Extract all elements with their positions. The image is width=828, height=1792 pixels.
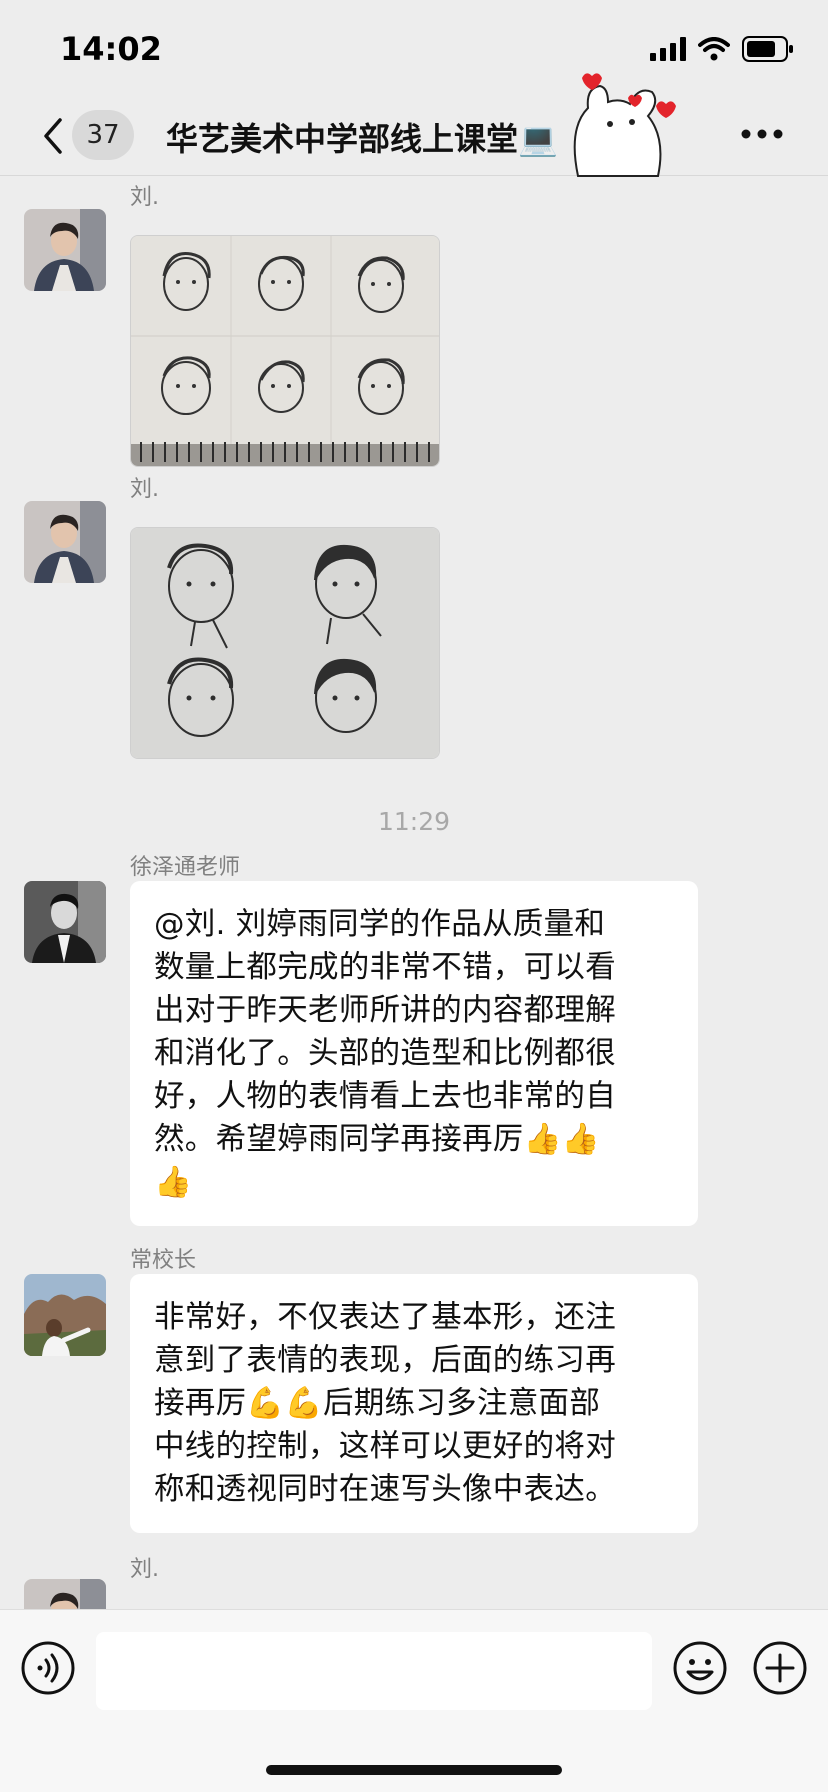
avatar[interactable] bbox=[24, 209, 106, 291]
avatar[interactable] bbox=[24, 1274, 106, 1356]
avatar-photo-icon bbox=[24, 501, 106, 583]
message-list[interactable]: 刘. 刘. 11:29 徐泽通老师 @刘. 刘婷雨同学的作品从质量和 数量上都完… bbox=[0, 177, 828, 1609]
sender-name: 常校长 bbox=[130, 1248, 197, 1273]
chat-title-text: 华艺美术中学部线上课堂 bbox=[166, 120, 519, 158]
status-time: 14:02 bbox=[60, 30, 162, 68]
avatar-photo-icon bbox=[24, 209, 106, 291]
text-message-bubble[interactable]: @刘. 刘婷雨同学的作品从质量和 数量上都完成的非常不错，可以看 出对于昨天老师… bbox=[130, 881, 698, 1226]
chat-title: 华艺美术中学部线上课堂💻 bbox=[166, 114, 558, 160]
sender-name: 刘. bbox=[130, 477, 159, 502]
avatar-photo-icon bbox=[24, 881, 106, 963]
message-line: 和消化了。头部的造型和比例都很 bbox=[154, 1036, 616, 1071]
avatar[interactable] bbox=[24, 501, 106, 583]
image-message[interactable] bbox=[130, 527, 440, 759]
input-bar bbox=[0, 1609, 828, 1792]
plus-icon[interactable] bbox=[752, 1640, 808, 1696]
avatar-photo-icon bbox=[24, 1274, 106, 1356]
sketch-photo-icon bbox=[131, 236, 439, 466]
more-options-icon[interactable] bbox=[740, 128, 784, 140]
message-line: 数量上都完成的非常不错，可以看 bbox=[154, 950, 616, 985]
message-line: 👍 bbox=[154, 1165, 193, 1200]
bear-heart-sticker-icon bbox=[573, 73, 676, 177]
avatar-photo-icon bbox=[24, 1579, 106, 1609]
sketch-photo-icon bbox=[131, 528, 439, 758]
wifi-icon bbox=[698, 37, 730, 61]
message-line: @刘. 刘婷雨同学的作品从质量和 bbox=[154, 907, 606, 942]
avatar[interactable] bbox=[24, 881, 106, 963]
message-line: 称和透视同时在速写头像中表达。 bbox=[154, 1472, 616, 1507]
unread-count-badge[interactable]: 37 bbox=[72, 110, 134, 160]
sender-name: 徐泽通老师 bbox=[130, 855, 241, 880]
message-line: 然。希望婷雨同学再接再厉👍👍 bbox=[154, 1122, 601, 1157]
message-line: 非常好，不仅表达了基本形，还注 bbox=[154, 1300, 616, 1335]
image-message[interactable] bbox=[130, 235, 440, 467]
chat-header: 37 华艺美术中学部线上课堂💻 bbox=[0, 73, 828, 177]
status-bar: 14:02 bbox=[0, 0, 828, 100]
sender-name: 刘. bbox=[130, 185, 159, 210]
message-input[interactable] bbox=[96, 1632, 652, 1710]
emoji-icon[interactable] bbox=[672, 1640, 728, 1696]
message-line: 好，人物的表情看上去也非常的自 bbox=[154, 1079, 616, 1114]
message-line: 中线的控制，这样可以更好的将对 bbox=[154, 1429, 616, 1464]
voice-input-icon[interactable] bbox=[20, 1640, 76, 1696]
back-chevron-icon[interactable] bbox=[38, 114, 68, 158]
battery-icon bbox=[742, 36, 793, 62]
message-line: 接再厉💪💪后期练习多注意面部 bbox=[154, 1386, 601, 1421]
time-divider: 11:29 bbox=[377, 807, 451, 836]
text-message-bubble[interactable]: 非常好，不仅表达了基本形，还注 意到了表情的表现，后面的练习再 接再厉💪💪后期练… bbox=[130, 1274, 698, 1533]
message-line: 出对于昨天老师所讲的内容都理解 bbox=[154, 993, 616, 1028]
home-indicator bbox=[266, 1765, 562, 1775]
message-line: 意到了表情的表现，后面的练习再 bbox=[154, 1343, 616, 1378]
avatar[interactable] bbox=[24, 1579, 106, 1609]
sender-name: 刘. bbox=[130, 1557, 159, 1582]
